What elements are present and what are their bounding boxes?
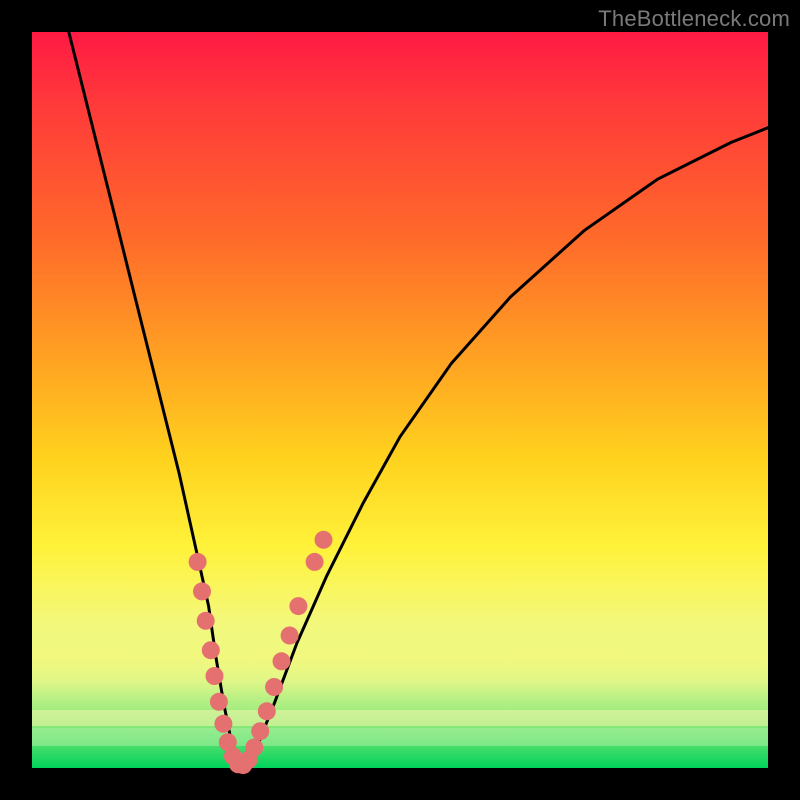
data-dot <box>197 612 215 630</box>
data-dot <box>306 553 324 571</box>
data-dot <box>315 531 333 549</box>
data-dot <box>193 582 211 600</box>
data-dot <box>273 652 291 670</box>
data-dot <box>206 667 224 685</box>
plot-area <box>32 32 768 768</box>
curve-layer <box>32 32 768 768</box>
data-dot <box>289 597 307 615</box>
watermark-text: TheBottleneck.com <box>598 6 790 32</box>
chart-frame: TheBottleneck.com <box>0 0 800 800</box>
data-dot <box>245 738 263 756</box>
data-dot <box>202 641 220 659</box>
data-dot <box>265 678 283 696</box>
data-dot <box>210 693 228 711</box>
data-dot <box>251 722 269 740</box>
data-dot <box>189 553 207 571</box>
data-dot <box>281 627 299 645</box>
data-dot <box>258 702 276 720</box>
data-dot <box>214 715 232 733</box>
data-dots-group <box>189 531 333 774</box>
bottleneck-curve <box>69 32 768 768</box>
